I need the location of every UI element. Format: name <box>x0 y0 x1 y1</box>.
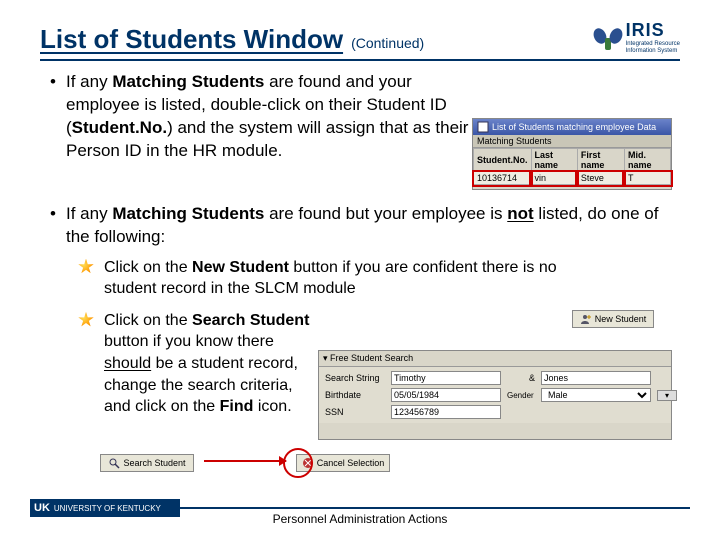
s2-should: should <box>104 355 151 372</box>
red-arrow <box>204 460 286 462</box>
cell-id: 10136714 <box>474 172 532 185</box>
label-gender: Gender <box>507 391 535 400</box>
b2-text-a: If any <box>66 204 112 223</box>
label-birth: Birthdate <box>325 390 385 400</box>
b1-bold-studentno: Student.No. <box>72 118 167 137</box>
search-icon <box>108 457 120 469</box>
s2-bold: Search Student <box>192 312 309 329</box>
b1-bold-matching: Matching Students <box>112 72 264 91</box>
mini1-table: Student.No. Last name First name Mid. na… <box>473 148 671 185</box>
cell-last: vin <box>531 172 577 185</box>
b1-text-a: If any <box>66 72 112 91</box>
sub-new-student: Click on the New Student button if you a… <box>76 257 680 300</box>
window-icon <box>477 121 489 133</box>
label-ssn: SSN <box>325 407 385 417</box>
birth-input[interactable] <box>391 388 501 402</box>
s2-dot: icon. <box>253 398 291 415</box>
s1-text-a: Click on the <box>104 259 192 276</box>
search-student-button[interactable]: Search Student <box>100 454 194 472</box>
s2-text-a: Click on the <box>104 312 192 329</box>
mini2-arrow-icon: ▾ <box>323 353 330 363</box>
col-studentno: Student.No. <box>474 149 532 172</box>
iris-text: IRIS <box>626 20 665 40</box>
matching-students-screenshot: List of Students matching employee Data … <box>472 118 672 190</box>
label-first-prefix: & <box>507 373 535 383</box>
cell-first: Steve <box>577 172 624 185</box>
free-search-screenshot: ▾ Free Student Search Search String & Bi… <box>318 350 672 440</box>
gender-select[interactable]: Male <box>541 388 651 402</box>
cell-mid: T <box>624 172 670 185</box>
iris-flower-icon <box>594 24 622 52</box>
mini2-titlebar: ▾ Free Student Search <box>319 351 671 367</box>
s2-find: Find <box>220 398 254 415</box>
footer-caption: Personnel Administration Actions <box>273 512 448 526</box>
uk-name: UNIVERSITY OF KENTUCKY <box>54 504 161 513</box>
first-input[interactable] <box>541 371 651 385</box>
dropdown-icon[interactable]: ▾ <box>657 390 677 401</box>
uk-mark: UK <box>34 502 50 514</box>
col-midname: Mid. name <box>624 149 670 172</box>
ssn-input[interactable] <box>391 405 501 419</box>
col-firstname: First name <box>577 149 624 172</box>
cancel-label: Cancel Selection <box>317 458 385 468</box>
search-input[interactable] <box>391 371 501 385</box>
iris-sub1: Integrated Resource <box>626 41 680 48</box>
uk-logo: UK UNIVERSITY OF KENTUCKY <box>30 499 180 517</box>
mini1-titlebar: List of Students matching employee Data <box>473 119 671 135</box>
s2-text-b: button if you know there <box>104 333 274 350</box>
new-student-button[interactable]: New Student <box>572 310 654 328</box>
mini2-title-text: Free Student Search <box>330 353 413 363</box>
s1-bold: New Student <box>192 259 289 276</box>
new-student-label: New Student <box>595 314 647 324</box>
iris-sub2: Information System <box>626 48 680 55</box>
b2-not: not <box>507 204 533 223</box>
person-plus-icon <box>580 313 592 325</box>
b2-bold-matching: Matching Students <box>112 204 264 223</box>
label-search: Search String <box>325 373 385 383</box>
mini1-title-text: List of Students matching employee Data <box>492 122 656 132</box>
col-lastname: Last name <box>531 149 577 172</box>
table-row[interactable]: 10136714 vin Steve T <box>474 172 671 185</box>
continued-label: (Continued) <box>351 35 424 51</box>
search-student-label: Search Student <box>123 458 185 468</box>
mini1-panel-label: Matching Students <box>473 135 671 148</box>
iris-logo: IRIS Integrated Resource Information Sys… <box>594 20 680 55</box>
b2-text-b: are found but your employee is <box>264 204 507 223</box>
page-title: List of Students Window <box>40 24 343 55</box>
red-circle-highlight <box>283 448 313 478</box>
